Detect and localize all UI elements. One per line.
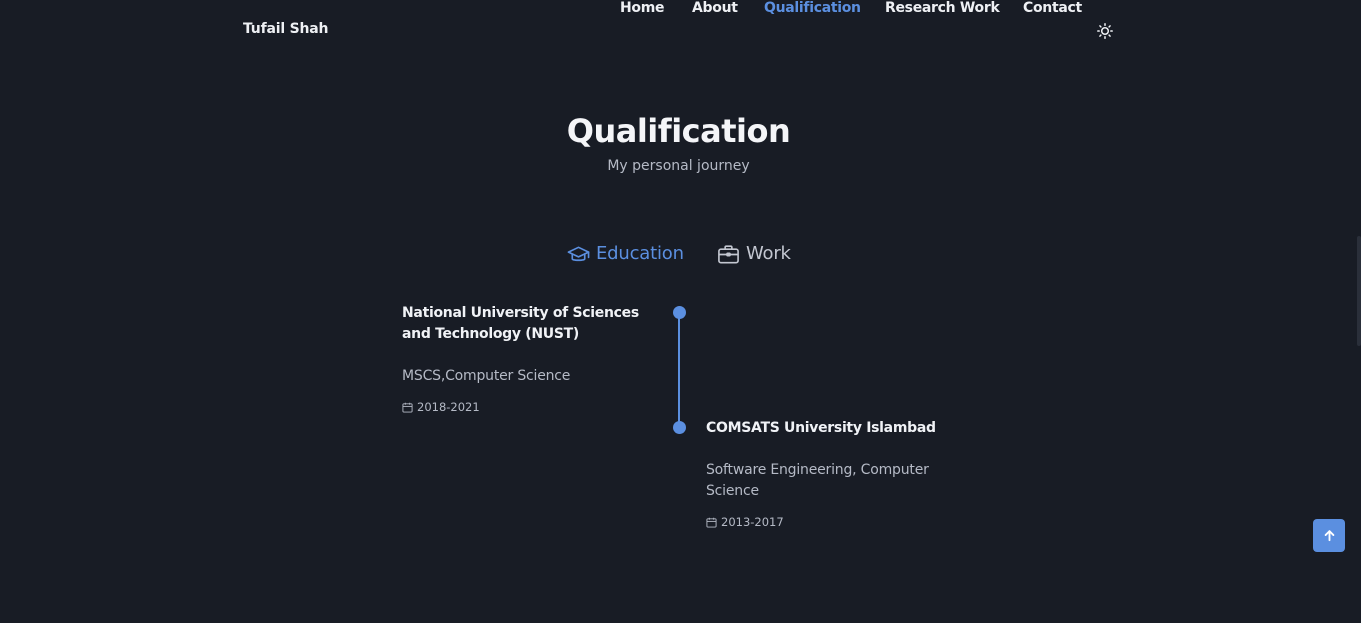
graduation-cap-icon [567, 243, 590, 266]
entry-subtitle: Software Engineering, Computer Science [706, 462, 929, 499]
entry-title: National University of Sciences and Tech… [402, 305, 639, 342]
tab-work-label: Work [746, 243, 791, 264]
calendar-icon [402, 402, 413, 413]
entry-date-row: 2018-2021 [402, 399, 642, 415]
nav-home[interactable]: Home [620, 0, 665, 16]
timeline-line [678, 312, 680, 427]
nav-qualification[interactable]: Qualification [764, 0, 861, 16]
entry-subtitle: MSCS,Computer Science [402, 368, 571, 384]
brand-logo[interactable]: Tufail Shah [243, 21, 328, 37]
entry-title: COMSATS University Islambad [706, 420, 936, 436]
section-subtitle: My personal journey [607, 158, 750, 174]
calendar-icon [706, 517, 717, 528]
section-title: Qualification [566, 112, 791, 150]
sun-icon[interactable] [1097, 23, 1113, 39]
entry-date: 2018-2021 [417, 400, 480, 414]
timeline-entry: COMSATS University Islambad Software Eng… [706, 418, 946, 530]
timeline-dot [672, 420, 686, 434]
tab-education-label: Education [596, 243, 684, 264]
timeline-entry: National University of Sciences and Tech… [402, 303, 642, 415]
entry-date-row: 2013-2017 [706, 514, 946, 530]
scroll-up-button[interactable] [1313, 519, 1345, 552]
nav-about[interactable]: About [692, 0, 738, 16]
scrollbar-thumb[interactable] [1357, 236, 1361, 346]
arrow-up-icon [1324, 530, 1334, 542]
nav-contact[interactable]: Contact [1023, 0, 1082, 16]
page: Tufail Shah Home About Qualification Res… [0, 0, 1361, 623]
timeline-dot [672, 305, 686, 319]
briefcase-icon [717, 243, 740, 266]
entry-date: 2013-2017 [721, 515, 784, 529]
nav-research-work[interactable]: Research Work [885, 0, 1000, 16]
